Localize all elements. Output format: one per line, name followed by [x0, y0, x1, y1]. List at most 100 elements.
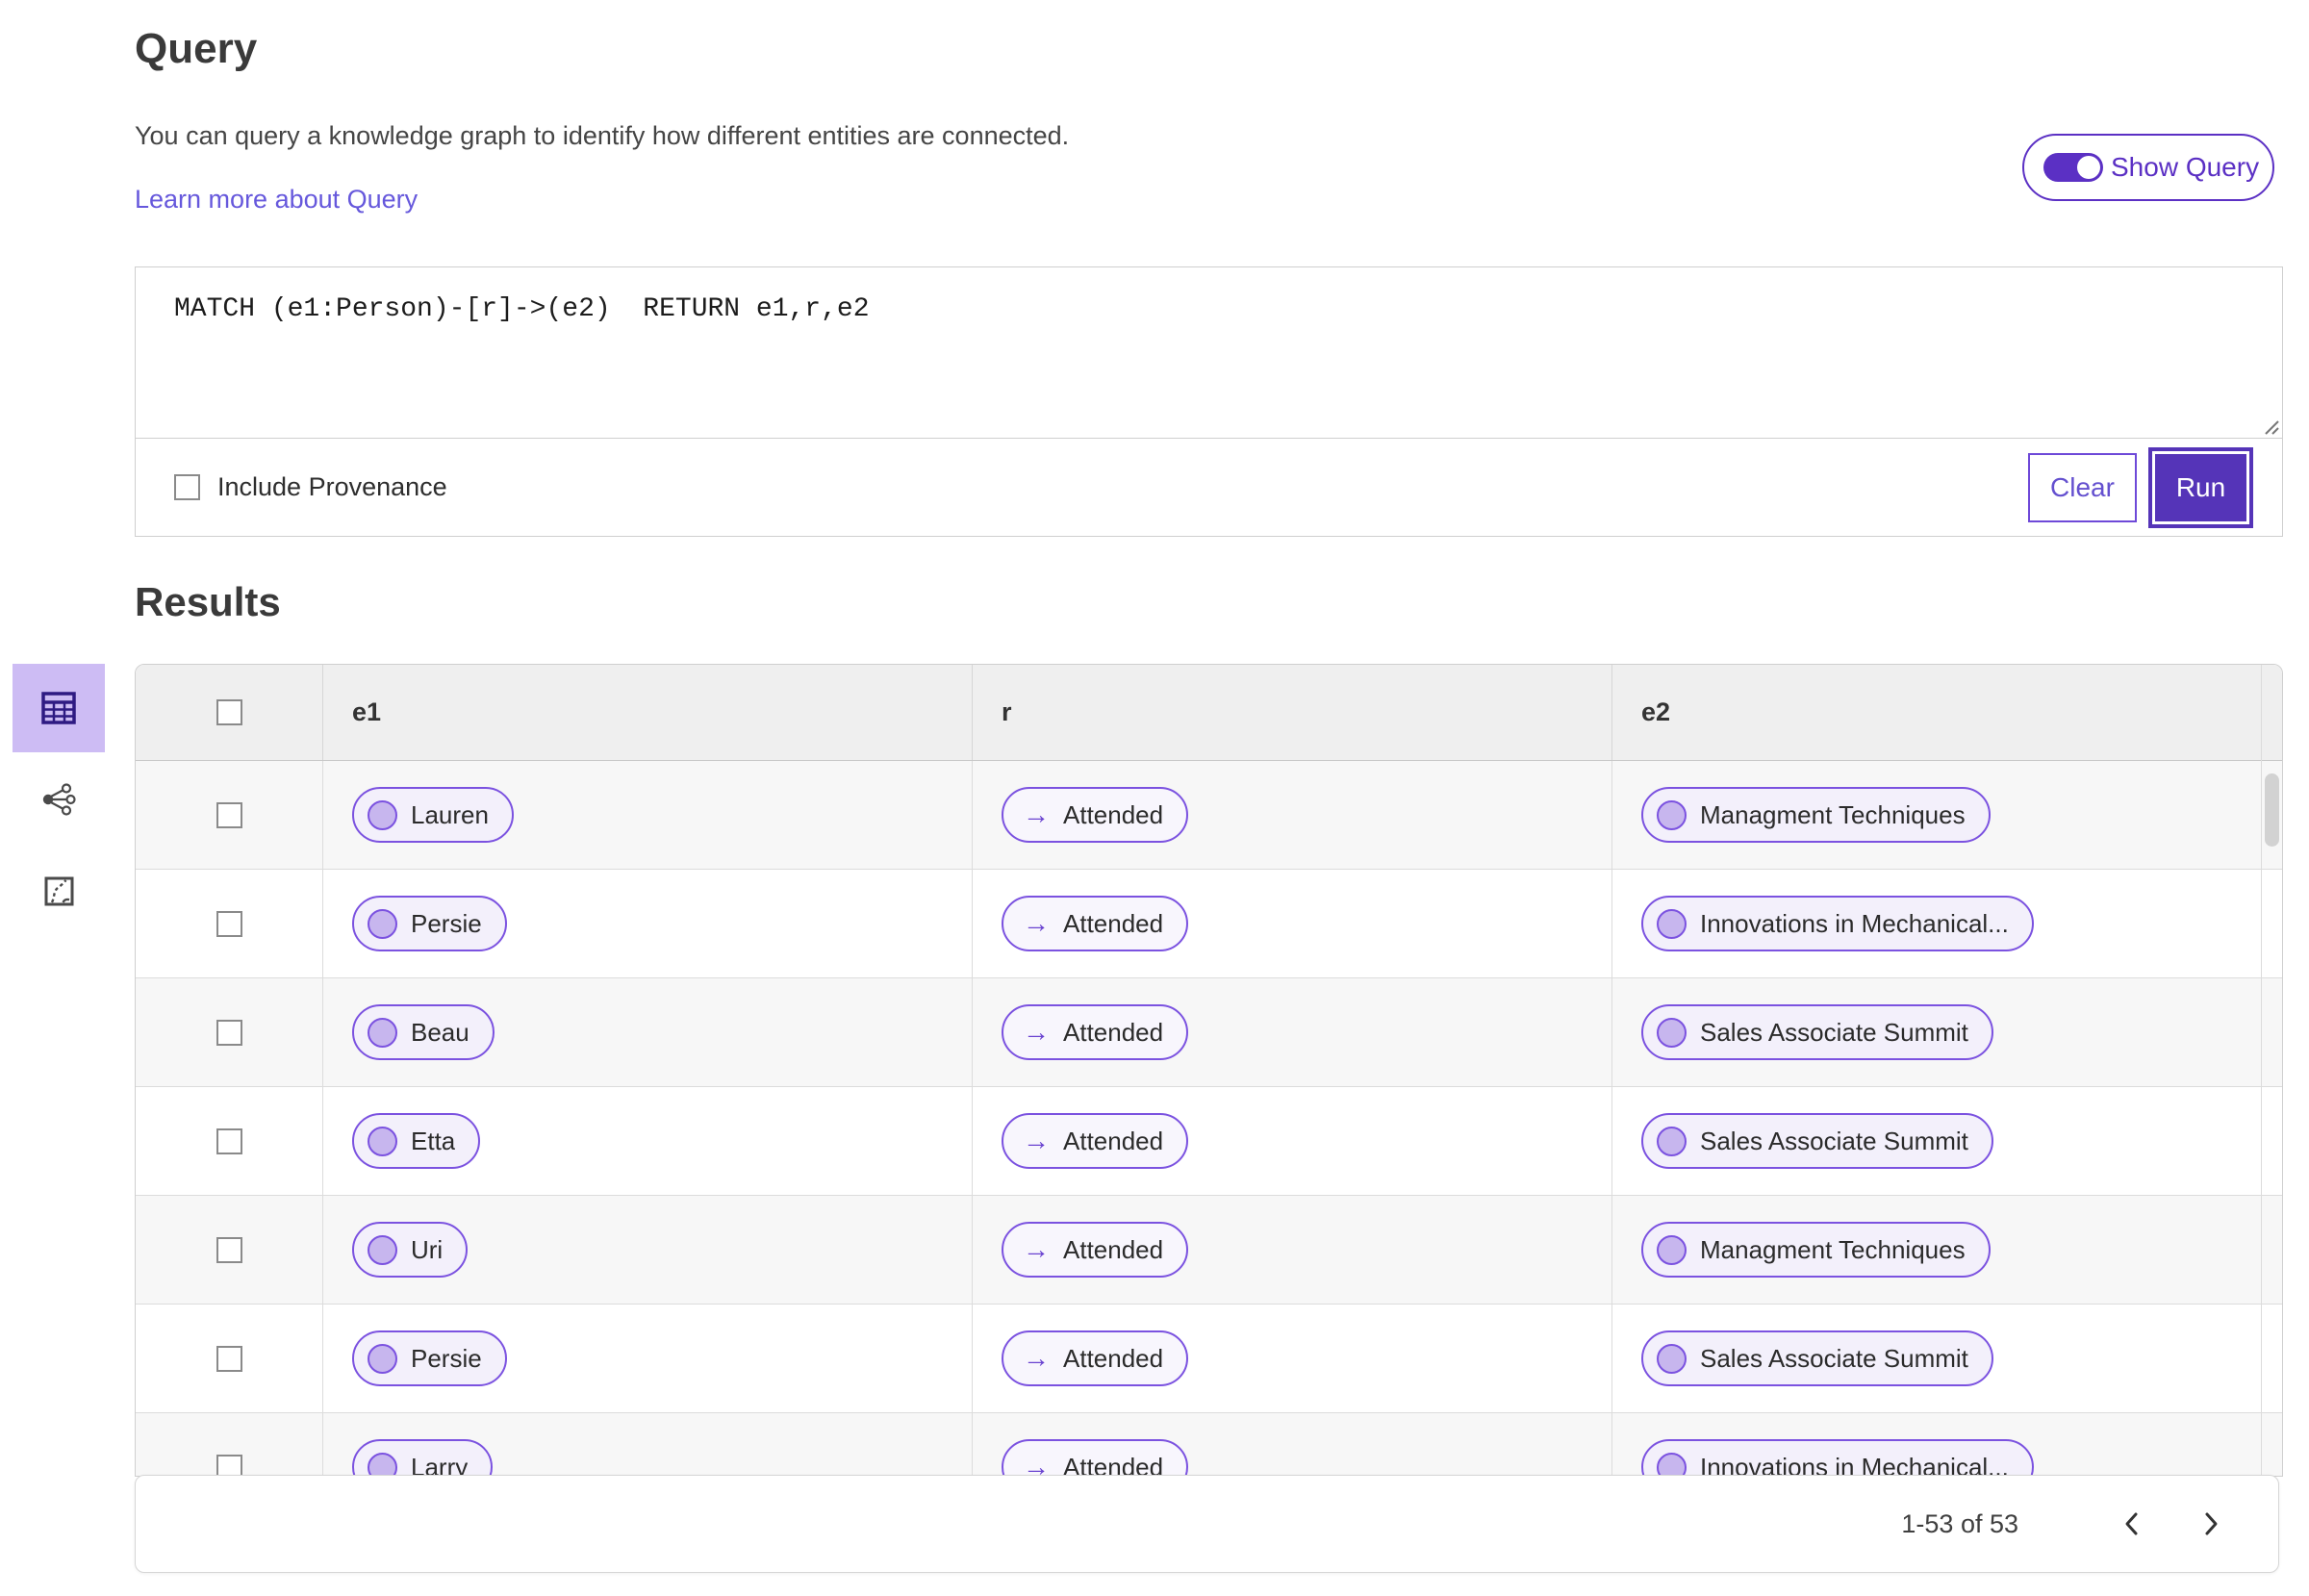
- chevron-left-icon: [2125, 1512, 2138, 1535]
- run-button[interactable]: Run: [2152, 450, 2249, 524]
- relation-pill[interactable]: → Attended: [1002, 1004, 1189, 1060]
- route-map-icon: [44, 876, 73, 905]
- entity-label: Innovations in Mechanical...: [1700, 908, 2009, 938]
- entity-pill-e2[interactable]: Sales Associate Summit: [1641, 1330, 1993, 1386]
- relation-label: Attended: [1063, 1017, 1164, 1047]
- entity-pill-e1[interactable]: Persie: [352, 1330, 507, 1386]
- entity-label: Uri: [411, 1234, 444, 1264]
- query-editor[interactable]: MATCH (e1:Person)-[r]->(e2) RETURN e1,r,…: [136, 267, 2282, 438]
- relation-pill[interactable]: → Attended: [1002, 1439, 1189, 1477]
- route-view-button[interactable]: [13, 847, 105, 935]
- relation-label: Attended: [1063, 1452, 1164, 1477]
- relation-pill[interactable]: → Attended: [1002, 1222, 1189, 1278]
- scrollbar-track[interactable]: [2261, 665, 2282, 1476]
- show-query-toggle-button[interactable]: Show Query: [2022, 134, 2274, 201]
- relation-pill[interactable]: → Attended: [1002, 1113, 1189, 1169]
- entity-node-icon: [368, 1234, 397, 1265]
- query-text[interactable]: MATCH (e1:Person)-[r]->(e2) RETURN e1,r,…: [136, 267, 2282, 351]
- previous-page-button[interactable]: [2111, 1503, 2153, 1545]
- entity-node-icon: [1657, 1126, 1687, 1156]
- entity-node-icon: [368, 1452, 397, 1476]
- entity-node-icon: [368, 1343, 397, 1374]
- entity-pill-e1[interactable]: Lauren: [352, 787, 514, 843]
- entity-label: Persie: [411, 1343, 482, 1373]
- entity-node-icon: [368, 799, 397, 830]
- entity-pill-e1[interactable]: Larry: [352, 1439, 494, 1477]
- entity-node-icon: [1657, 1017, 1687, 1048]
- include-provenance-label: Include Provenance: [217, 472, 447, 501]
- query-description: You can query a knowledge graph to ident…: [135, 121, 1070, 150]
- entity-node-icon: [1657, 1452, 1687, 1476]
- entity-pill-e2[interactable]: Sales Associate Summit: [1641, 1113, 1993, 1169]
- graph-view-button[interactable]: [13, 755, 105, 844]
- relation-label: Attended: [1063, 1343, 1164, 1373]
- entity-label: Sales Associate Summit: [1700, 1017, 1968, 1047]
- results-table: e1 r e2 Lauren → Attended Managment Tech…: [135, 664, 2283, 1477]
- relation-pill[interactable]: → Attended: [1002, 787, 1189, 843]
- page-title: Query: [135, 25, 258, 72]
- scrollbar-thumb[interactable]: [2265, 773, 2279, 847]
- entity-node-icon: [1657, 799, 1687, 830]
- column-header-r: r: [973, 665, 1612, 760]
- relation-label: Attended: [1063, 1234, 1164, 1264]
- relation-pill[interactable]: → Attended: [1002, 896, 1189, 951]
- entity-pill-e2[interactable]: Managment Techniques: [1641, 787, 1991, 843]
- entity-label: Larry: [411, 1452, 469, 1477]
- entity-label: Etta: [411, 1126, 456, 1155]
- toggle-on-icon[interactable]: [2043, 153, 2103, 182]
- arrow-right-icon: →: [1023, 1126, 1050, 1155]
- table-row: Persie → Attended Sales Associate Summit: [136, 1305, 2282, 1413]
- arrow-right-icon: →: [1023, 799, 1050, 829]
- entity-pill-e1[interactable]: Etta: [352, 1113, 481, 1169]
- table-header-row: e1 r e2: [136, 665, 2282, 761]
- table-body: Lauren → Attended Managment Techniques P…: [136, 761, 2282, 1477]
- entity-pill-e2[interactable]: Innovations in Mechanical...: [1641, 1439, 2034, 1477]
- row-checkbox[interactable]: [216, 801, 242, 828]
- entity-label: Sales Associate Summit: [1700, 1126, 1968, 1155]
- table-row: Persie → Attended Innovations in Mechani…: [136, 870, 2282, 978]
- query-box: MATCH (e1:Person)-[r]->(e2) RETURN e1,r,…: [135, 266, 2283, 537]
- select-all-checkbox[interactable]: [216, 699, 242, 725]
- clear-button[interactable]: Clear: [2028, 452, 2137, 522]
- entity-pill-e2[interactable]: Innovations in Mechanical...: [1641, 896, 2034, 951]
- row-checkbox[interactable]: [216, 1236, 242, 1263]
- next-page-button[interactable]: [2190, 1503, 2232, 1545]
- toggle-knob: [2077, 156, 2100, 179]
- entity-pill-e1[interactable]: Uri: [352, 1222, 469, 1278]
- entity-label: Managment Techniques: [1700, 1234, 1966, 1264]
- entity-pill-e2[interactable]: Managment Techniques: [1641, 1222, 1991, 1278]
- table-row: Larry → Attended Innovations in Mechanic…: [136, 1413, 2282, 1477]
- table-row: Uri → Attended Managment Techniques: [136, 1196, 2282, 1305]
- include-provenance-checkbox[interactable]: [174, 474, 200, 500]
- relation-label: Attended: [1063, 1126, 1164, 1155]
- entity-node-icon: [368, 1017, 397, 1048]
- entity-pill-e1[interactable]: Persie: [352, 896, 507, 951]
- row-checkbox[interactable]: [216, 910, 242, 937]
- table-view-button[interactable]: [13, 664, 105, 752]
- entity-node-icon: [368, 1126, 397, 1156]
- row-checkbox[interactable]: [216, 1127, 242, 1154]
- row-checkbox[interactable]: [216, 1019, 242, 1046]
- table-icon: [41, 692, 76, 724]
- entity-label: Managment Techniques: [1700, 799, 1966, 829]
- entity-label: Beau: [411, 1017, 469, 1047]
- column-header-e2: e2: [1641, 697, 1671, 726]
- relation-pill[interactable]: → Attended: [1002, 1330, 1189, 1386]
- column-header-e1: e1: [323, 665, 973, 760]
- entity-pill-e2[interactable]: Sales Associate Summit: [1641, 1004, 1993, 1060]
- table-row: Etta → Attended Sales Associate Summit: [136, 1087, 2282, 1196]
- results-title: Results: [135, 579, 281, 624]
- entity-label: Sales Associate Summit: [1700, 1343, 1968, 1373]
- entity-node-icon: [1657, 908, 1687, 939]
- entity-node-icon: [1657, 1234, 1687, 1265]
- network-graph-icon: [42, 783, 76, 816]
- arrow-right-icon: →: [1023, 908, 1050, 938]
- resize-handle-icon[interactable]: [2260, 416, 2279, 435]
- entity-label: Lauren: [411, 799, 489, 829]
- view-sidebar: [13, 664, 105, 938]
- entity-pill-e1[interactable]: Beau: [352, 1004, 495, 1060]
- row-checkbox[interactable]: [216, 1345, 242, 1372]
- learn-more-link[interactable]: Learn more about Query: [135, 185, 418, 215]
- entity-label: Innovations in Mechanical...: [1700, 1452, 2009, 1477]
- row-checkbox[interactable]: [216, 1454, 242, 1476]
